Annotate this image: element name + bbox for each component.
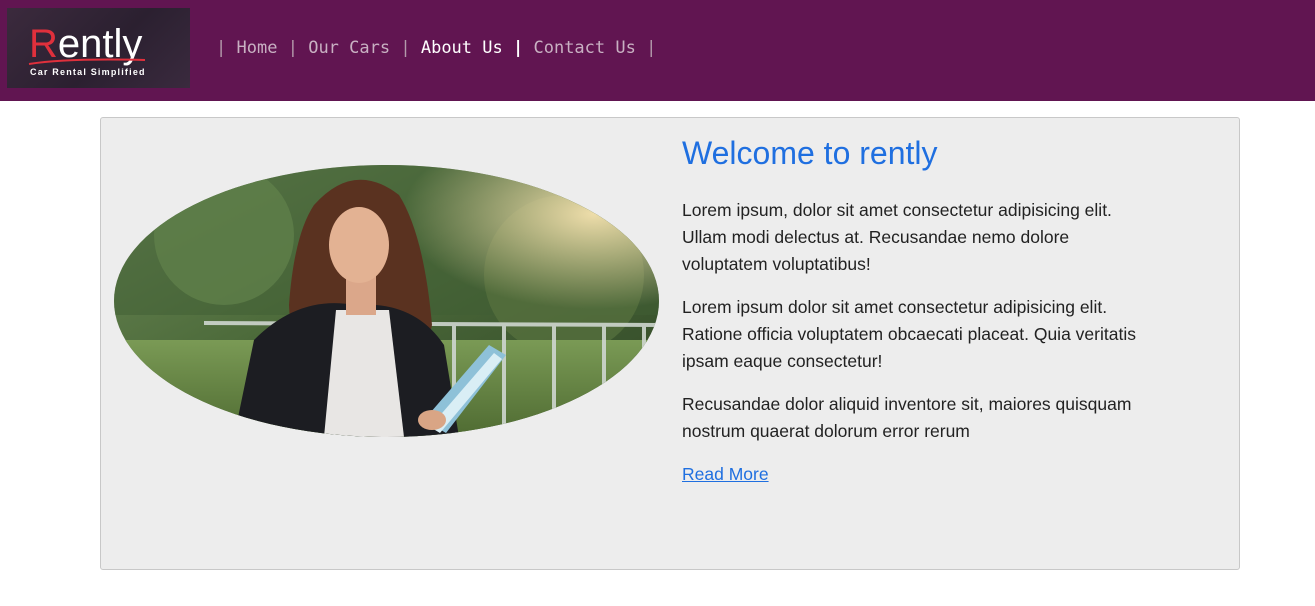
nav-separator: | bbox=[400, 38, 411, 58]
logo-tagline: Car Rental Simplified bbox=[30, 67, 146, 77]
nav-item-about-us[interactable]: About Us bbox=[421, 38, 503, 58]
nav-separator: | bbox=[287, 38, 298, 58]
top-navbar: Rently Car Rental Simplified | Home | Ou… bbox=[0, 0, 1315, 101]
brand-logo[interactable]: Rently Car Rental Simplified bbox=[7, 8, 190, 88]
read-more-link[interactable]: Read More bbox=[682, 461, 769, 488]
nav-separator: | bbox=[216, 38, 227, 58]
about-paragraph: Lorem ipsum, dolor sit amet consectetur … bbox=[682, 200, 1112, 274]
about-paragraph: Recusandae dolor aliquid inventore sit, … bbox=[682, 394, 1132, 441]
about-title: Welcome to rently bbox=[682, 135, 938, 171]
nav-item-home[interactable]: Home bbox=[237, 38, 278, 58]
nav-item-our-cars[interactable]: Our Cars bbox=[308, 38, 390, 58]
about-paragraph: Lorem ipsum dolor sit amet consectetur a… bbox=[682, 297, 1136, 371]
nav-separator: | bbox=[512, 38, 524, 58]
logo-swoosh-icon bbox=[28, 58, 146, 65]
businesswoman-photo bbox=[114, 165, 659, 437]
nav-item-contact-us[interactable]: Contact Us bbox=[533, 38, 635, 58]
about-card: Welcome to rently Lorem ipsum, dolor sit… bbox=[100, 117, 1240, 570]
nav-separator: | bbox=[646, 38, 657, 58]
about-photo bbox=[114, 165, 659, 437]
main-nav: | Home | Our Cars | About Us | Contact U… bbox=[216, 37, 656, 59]
